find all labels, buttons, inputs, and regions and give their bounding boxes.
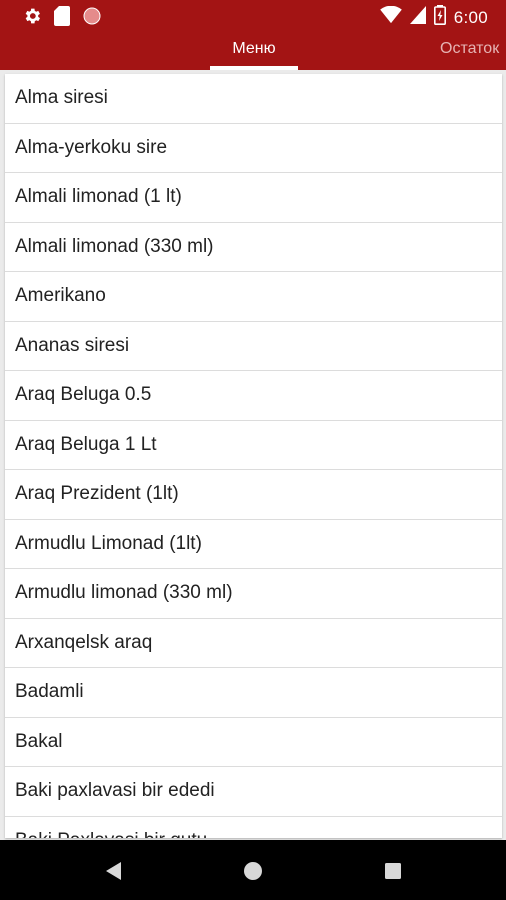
list-item[interactable]: Araq Beluga 0.5 bbox=[5, 371, 502, 421]
tab-bar: Меню Остаток bbox=[0, 32, 506, 70]
tab-menu[interactable]: Меню bbox=[210, 40, 298, 58]
sd-card-icon bbox=[54, 6, 70, 31]
battery-icon bbox=[433, 5, 446, 30]
navigation-bar bbox=[0, 840, 506, 900]
back-icon[interactable] bbox=[100, 858, 126, 884]
list-item[interactable]: Badamli bbox=[5, 668, 502, 718]
menu-list[interactable]: Alma siresi Alma-yerkoku sire Almali lim… bbox=[5, 74, 502, 838]
list-item[interactable]: Baki paxlavasi bir ededi bbox=[5, 767, 502, 817]
list-item[interactable]: Ananas siresi bbox=[5, 322, 502, 371]
status-right-icons: 6:00 bbox=[379, 5, 488, 30]
wifi-icon bbox=[379, 5, 402, 29]
record-icon bbox=[82, 6, 102, 31]
active-tab-indicator bbox=[210, 66, 298, 70]
list-item[interactable]: Arxanqelsk araq bbox=[5, 619, 502, 668]
list-item[interactable]: Amerikano bbox=[5, 272, 502, 322]
list-item[interactable]: Bakal bbox=[5, 718, 502, 767]
list-item[interactable]: Almali limonad (330 ml) bbox=[5, 223, 502, 272]
status-time: 6:00 bbox=[453, 7, 488, 27]
list-item[interactable]: Araq Beluga 1 Lt bbox=[5, 421, 502, 470]
list-item[interactable]: Armudlu Limonad (1lt) bbox=[5, 520, 502, 569]
list-item[interactable]: Almali limonad (1 lt) bbox=[5, 173, 502, 223]
list-item[interactable]: Araq Prezident (1lt) bbox=[5, 470, 502, 520]
status-bar: 6:00 bbox=[0, 0, 506, 32]
app-screen: 6:00 Меню Остаток Alma siresi Alma-yerko… bbox=[0, 0, 506, 900]
recents-icon[interactable] bbox=[380, 858, 406, 884]
app-header: 6:00 Меню Остаток bbox=[0, 0, 506, 70]
tab-ostatok[interactable]: Остаток bbox=[440, 40, 499, 58]
home-icon[interactable] bbox=[240, 858, 266, 884]
list-item[interactable]: Baki Paxlavasi bir qutu bbox=[5, 817, 502, 838]
list-item[interactable]: Alma-yerkoku sire bbox=[5, 124, 502, 173]
cellular-icon bbox=[409, 6, 426, 29]
status-left-icons bbox=[22, 6, 102, 31]
list-item[interactable]: Alma siresi bbox=[5, 74, 502, 124]
gear-icon bbox=[22, 6, 42, 31]
list-item[interactable]: Armudlu limonad (330 ml) bbox=[5, 569, 502, 619]
